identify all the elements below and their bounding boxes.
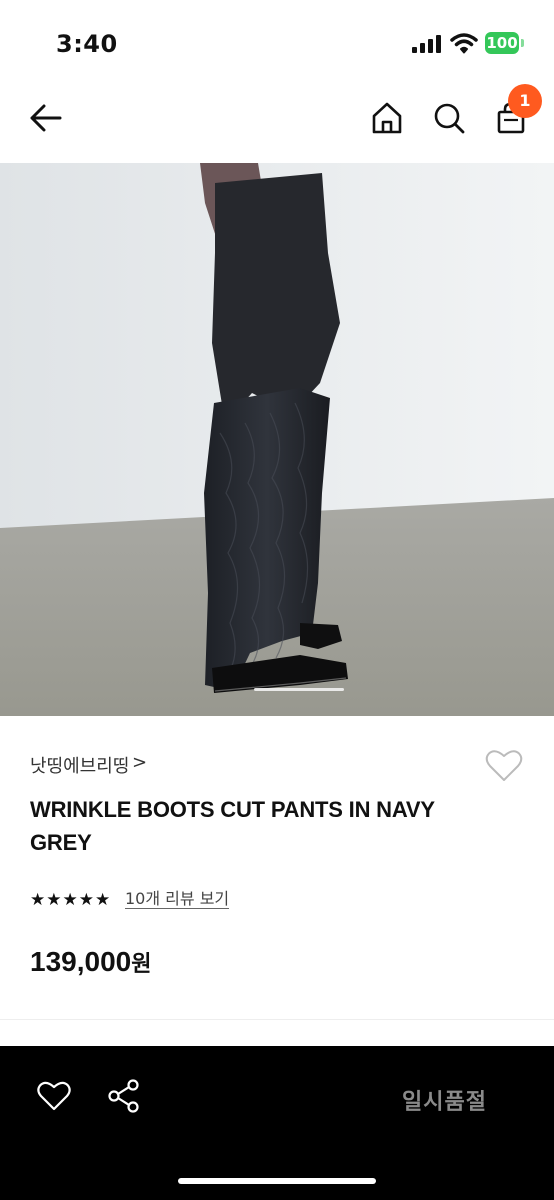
price-value: 139,000 [30, 946, 132, 977]
cellular-signal-icon [412, 35, 441, 53]
star-icon: ★ [78, 890, 94, 910]
heart-icon[interactable] [36, 1080, 72, 1112]
review-link[interactable]: 10개 리뷰 보기 [125, 889, 230, 909]
top-navigation [0, 88, 554, 163]
image-carousel-indicator [254, 688, 344, 691]
bottom-action-bar: 일시품절 [0, 1046, 554, 1200]
soldout-button[interactable]: 일시품절 [402, 1084, 487, 1116]
star-icon: ★ [30, 890, 46, 910]
brand-link[interactable]: 낫띵에브리띵 [30, 752, 129, 778]
divider [0, 1019, 554, 1020]
battery-level: 100 [485, 32, 519, 54]
heart-icon[interactable] [484, 748, 524, 784]
product-title: WRINKLE BOOTS CUT PANTS IN NAVY GREY [30, 797, 435, 855]
home-icon[interactable] [368, 98, 406, 138]
arrow-left-icon[interactable] [26, 100, 68, 136]
price-unit: 원 [131, 952, 152, 977]
product-image[interactable] [0, 163, 554, 716]
star-icon: ★ [95, 890, 111, 910]
status-bar: 3:40 100 [0, 0, 554, 88]
cart-count-badge: 1 [508, 84, 542, 118]
product-price: 139,000원 [30, 946, 151, 978]
wifi-icon [450, 33, 478, 54]
chevron-right-icon: > [132, 752, 148, 773]
rating-stars: ★ ★ ★ ★ ★ [30, 890, 110, 910]
star-icon: ★ [62, 890, 78, 910]
status-time: 3:40 [56, 30, 118, 58]
share-icon[interactable] [106, 1078, 142, 1114]
product-photo [0, 163, 554, 716]
home-indicator [178, 1178, 376, 1184]
star-icon: ★ [46, 890, 62, 910]
battery-indicator: 100 [485, 32, 525, 54]
search-icon[interactable] [430, 98, 468, 138]
